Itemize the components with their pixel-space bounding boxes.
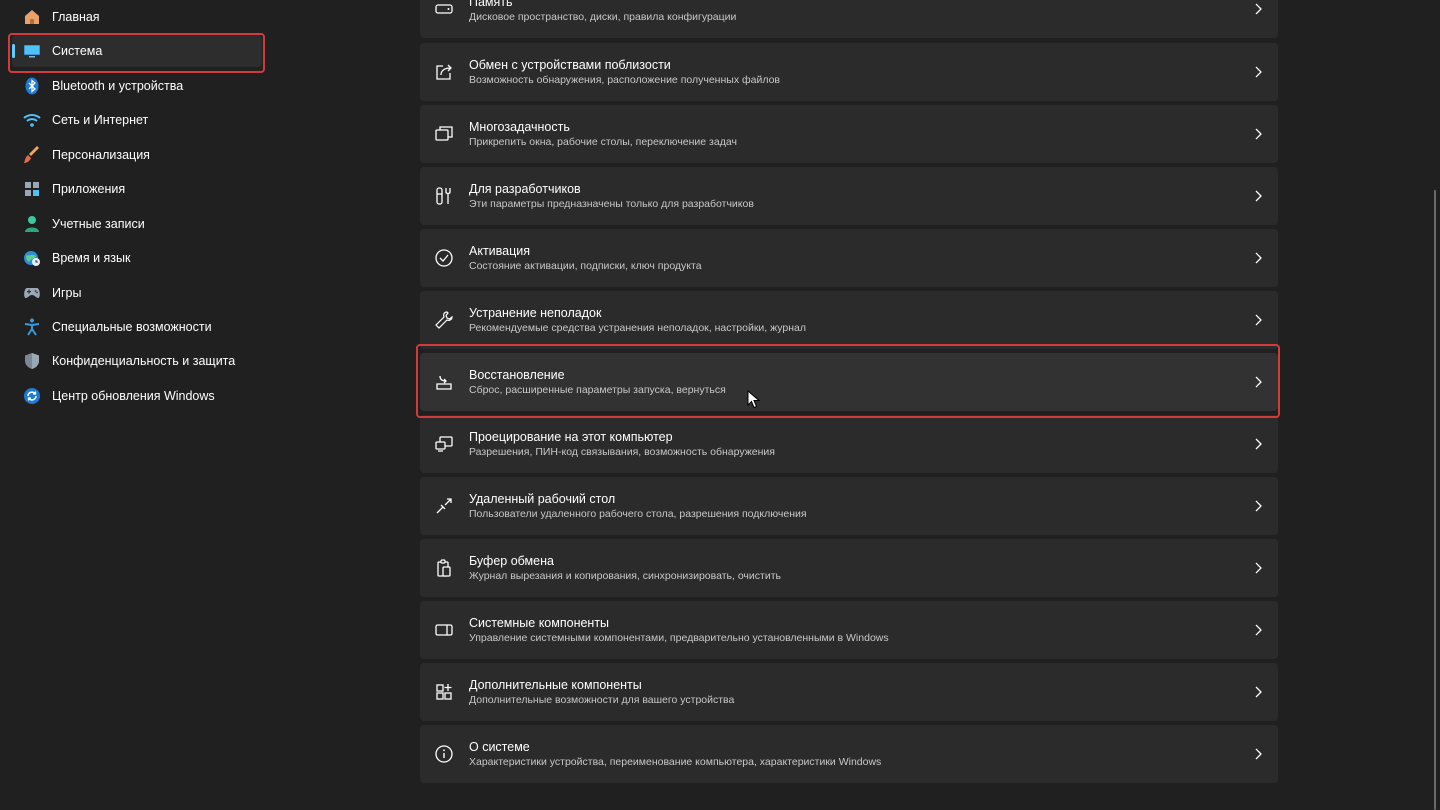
- chevron-right-icon: [1250, 684, 1266, 700]
- settings-card-optional-features[interactable]: Дополнительные компоненты Дополнительные…: [420, 663, 1278, 721]
- chevron-right-icon: [1250, 1, 1266, 17]
- remote-desktop-icon: [433, 495, 455, 517]
- chevron-right-icon: [1250, 560, 1266, 576]
- chevron-right-icon: [1250, 126, 1266, 142]
- settings-card-clipboard[interactable]: Буфер обмена Журнал вырезания и копирова…: [420, 539, 1278, 597]
- card-title: Для разработчиков: [469, 182, 581, 196]
- card-subtitle: Управление системными компонентами, пред…: [469, 632, 889, 644]
- sidebar-item-accounts[interactable]: Учетные записи: [12, 208, 262, 240]
- card-subtitle: Пользователи удаленного рабочего стола, …: [469, 508, 807, 520]
- settings-card-nearby-sharing[interactable]: Обмен с устройствами поблизости Возможно…: [420, 43, 1278, 101]
- card-subtitle: Возможность обнаружения, расположение по…: [469, 74, 780, 86]
- optional-features-icon: [433, 681, 455, 703]
- sidebar-item-accessibility[interactable]: Специальные возможности: [12, 311, 262, 343]
- home-icon: [22, 7, 42, 27]
- settings-card-about[interactable]: О системе Характеристики устройства, пер…: [420, 725, 1278, 783]
- sidebar-item-gaming[interactable]: Игры: [12, 277, 262, 309]
- settings-card-projection[interactable]: Проецирование на этот компьютер Разрешен…: [420, 415, 1278, 473]
- card-title: Удаленный рабочий стол: [469, 492, 616, 506]
- card-subtitle: Дополнительные возможности для вашего ус…: [469, 694, 735, 706]
- card-subtitle: Рекомендуемые средства устранения непола…: [469, 322, 806, 334]
- sidebar-item-privacy[interactable]: Конфиденциальность и защита: [12, 345, 262, 377]
- chevron-right-icon: [1250, 374, 1266, 390]
- settings-card-system-components[interactable]: Системные компоненты Управление системны…: [420, 601, 1278, 659]
- accessibility-icon: [22, 317, 42, 337]
- card-title: Многозадачность: [469, 120, 570, 134]
- check-circle-icon: [433, 247, 455, 269]
- projection-icon: [433, 433, 455, 455]
- sidebar-item-windows-update[interactable]: Центр обновления Windows: [12, 380, 262, 412]
- chevron-right-icon: [1250, 498, 1266, 514]
- sidebar-item-personalization[interactable]: Персонализация: [12, 139, 262, 171]
- scrollbar[interactable]: [1434, 190, 1436, 810]
- sidebar-item-home[interactable]: Главная: [12, 1, 262, 33]
- card-title: Системные компоненты: [469, 616, 610, 630]
- card-title: Обмен с устройствами поблизости: [469, 58, 671, 72]
- card-subtitle: Прикрепить окна, рабочие столы, переключ…: [469, 136, 737, 148]
- chevron-right-icon: [1250, 622, 1266, 638]
- card-title: Дополнительные компоненты: [469, 678, 642, 692]
- gamepad-icon: [22, 283, 42, 303]
- settings-card-developers[interactable]: Для разработчиков Эти параметры предназн…: [420, 167, 1278, 225]
- brush-icon: [22, 145, 42, 165]
- wrench-icon: [433, 309, 455, 331]
- account-icon: [22, 214, 42, 234]
- chevron-right-icon: [1250, 64, 1266, 80]
- sidebar-item-time-language[interactable]: Время и язык: [12, 242, 262, 274]
- recovery-icon: [433, 371, 455, 393]
- system-components-icon: [433, 619, 455, 641]
- sidebar-item-system[interactable]: Система: [12, 35, 262, 67]
- card-title: Устранение неполадок: [469, 306, 602, 320]
- settings-card-remote-desktop[interactable]: Удаленный рабочий стол Пользователи удал…: [420, 477, 1278, 535]
- multitasking-icon: [433, 123, 455, 145]
- card-title: Активация: [469, 244, 531, 258]
- chevron-right-icon: [1250, 436, 1266, 452]
- card-title: О системе: [469, 740, 530, 754]
- settings-card-recovery[interactable]: Восстановление Сброс, расширенные параме…: [420, 353, 1278, 411]
- chevron-right-icon: [1250, 188, 1266, 204]
- card-subtitle: Эти параметры предназначены только для р…: [469, 198, 754, 210]
- chevron-right-icon: [1250, 250, 1266, 266]
- card-subtitle: Журнал вырезания и копирования, синхрони…: [469, 570, 781, 582]
- sidebar-item-apps[interactable]: Приложения: [12, 173, 262, 205]
- card-title: Буфер обмена: [469, 554, 554, 568]
- sidebar-item-bluetooth[interactable]: Bluetooth и устройства: [12, 70, 262, 102]
- chevron-right-icon: [1250, 746, 1266, 762]
- settings-card-storage[interactable]: Память Дисковое пространство, диски, пра…: [420, 0, 1278, 38]
- settings-card-troubleshoot[interactable]: Устранение неполадок Рекомендуемые средс…: [420, 291, 1278, 349]
- info-icon: [433, 743, 455, 765]
- shield-icon: [22, 351, 42, 371]
- card-subtitle: Характеристики устройства, переименовани…: [469, 756, 882, 768]
- card-subtitle: Дисковое пространство, диски, правила ко…: [469, 11, 737, 23]
- developer-tools-icon: [433, 185, 455, 207]
- mouse-pointer-icon: [747, 390, 761, 409]
- wifi-icon: [22, 110, 42, 130]
- chevron-right-icon: [1250, 312, 1266, 328]
- card-subtitle: Состояние активации, подписки, ключ прод…: [469, 260, 702, 272]
- windows-update-icon: [22, 386, 42, 406]
- settings-window: Главная Система Bluetooth и устройства С…: [0, 0, 1440, 810]
- settings-card-activation[interactable]: Активация Состояние активации, подписки,…: [420, 229, 1278, 287]
- globe-clock-icon: [22, 248, 42, 268]
- bluetooth-icon: [22, 76, 42, 96]
- sidebar-item-network[interactable]: Сеть и Интернет: [12, 104, 262, 136]
- card-title: Восстановление: [469, 368, 565, 382]
- clipboard-icon: [433, 557, 455, 579]
- settings-card-multitasking[interactable]: Многозадачность Прикрепить окна, рабочие…: [420, 105, 1278, 163]
- card-subtitle: Сброс, расширенные параметры запуска, ве…: [469, 384, 726, 396]
- card-title: Проецирование на этот компьютер: [469, 430, 673, 444]
- card-title: Память: [469, 0, 513, 9]
- apps-icon: [22, 179, 42, 199]
- share-icon: [433, 61, 455, 83]
- storage-drive-icon: [433, 0, 455, 20]
- card-subtitle: Разрешения, ПИН-код связывания, возможно…: [469, 446, 775, 458]
- sidebar: Главная Система Bluetooth и устройства С…: [0, 0, 280, 810]
- system-display-icon: [22, 41, 42, 61]
